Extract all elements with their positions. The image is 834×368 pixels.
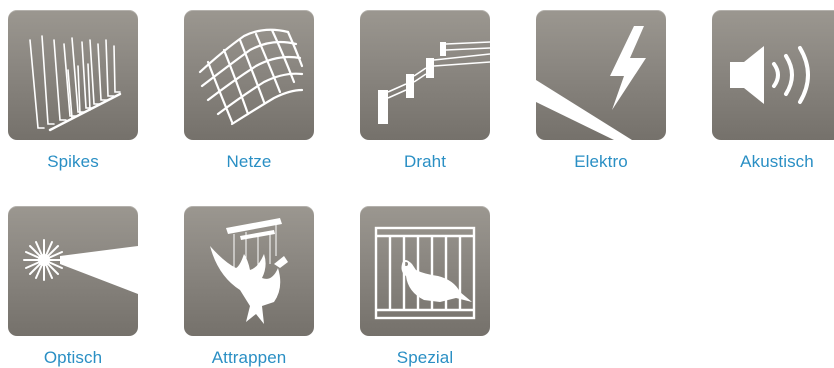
net-icon	[198, 28, 304, 126]
category-tile-optisch[interactable]: Optisch	[8, 206, 138, 368]
laser-icon	[23, 239, 138, 294]
category-tile-spikes[interactable]: Spikes	[8, 10, 138, 172]
draht-tile-box	[360, 10, 490, 140]
attrappen-tile-box	[184, 206, 314, 336]
lightning-icon	[536, 26, 646, 140]
eagle-decoy-icon	[210, 218, 288, 324]
category-label-spezial: Spezial	[396, 348, 454, 367]
category-tile-spezial[interactable]: Spezial	[360, 206, 490, 368]
category-label-netze: Netze	[226, 152, 272, 171]
category-label-draht: Draht	[403, 152, 447, 171]
category-label-optisch: Optisch	[43, 348, 103, 367]
category-tile-akustisch[interactable]: Akustisch	[712, 10, 834, 172]
category-tile-netze[interactable]: Netze	[184, 10, 314, 172]
category-tile-draht[interactable]: Draht	[360, 10, 490, 172]
spikes-tile-box	[8, 10, 138, 140]
category-tile-elektro[interactable]: Elektro	[536, 10, 666, 172]
category-label-attrappen: Attrappen	[211, 348, 287, 367]
spezial-tile-box	[360, 206, 490, 336]
wire-icon	[378, 41, 490, 124]
pigeon-cage-icon	[374, 226, 476, 320]
akustisch-tile-box	[712, 10, 834, 140]
speaker-icon	[730, 46, 810, 104]
spikes-icon	[29, 35, 122, 132]
category-grid: Spikes Netze Draht Elektro Akustisch Opt…	[0, 0, 834, 368]
category-tile-attrappen[interactable]: Attrappen	[184, 206, 314, 368]
category-label-elektro: Elektro	[574, 152, 628, 171]
optisch-tile-box	[8, 206, 138, 336]
elektro-tile-box	[536, 10, 666, 140]
category-label-akustisch: Akustisch	[740, 152, 814, 171]
netze-tile-box	[184, 10, 314, 140]
category-label-spikes: Spikes	[47, 152, 99, 171]
